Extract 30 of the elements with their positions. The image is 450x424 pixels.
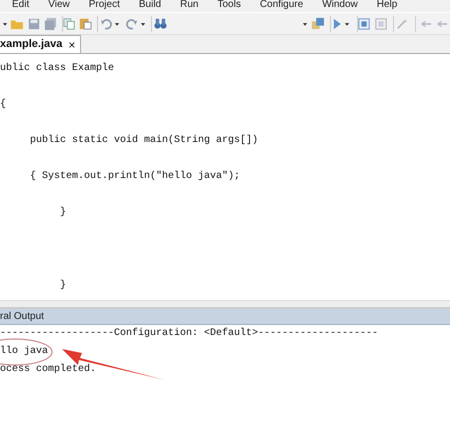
code-line: public static void main(String args[]) bbox=[29, 134, 260, 148]
document-icon[interactable] bbox=[358, 16, 370, 30]
menu-item[interactable]: Help bbox=[376, 0, 398, 12]
wand-icon[interactable] bbox=[396, 16, 408, 30]
code-line: } bbox=[59, 278, 68, 293]
document-icon[interactable] bbox=[374, 16, 387, 30]
output-line: llo java bbox=[0, 346, 48, 357]
menu-item[interactable]: View bbox=[48, 0, 70, 12]
menu-item[interactable]: Run bbox=[180, 0, 198, 12]
close-icon[interactable]: × bbox=[68, 36, 76, 54]
paste-icon[interactable] bbox=[78, 16, 92, 31]
save-all-icon[interactable] bbox=[44, 16, 57, 30]
menu-item[interactable]: Configure bbox=[260, 0, 304, 12]
code-line: { System.out.println("hello java"); bbox=[29, 170, 242, 184]
code-line: { bbox=[0, 98, 8, 112]
splitter-bar[interactable] bbox=[0, 300, 450, 309]
editor-tab[interactable]: xample.java × bbox=[0, 35, 82, 53]
menu-item[interactable]: Window bbox=[322, 0, 358, 12]
code-line: ublic class Example bbox=[0, 62, 116, 76]
binoculars-icon[interactable] bbox=[154, 17, 168, 30]
menu-item[interactable]: Tools bbox=[217, 0, 241, 12]
code-line: } bbox=[59, 206, 68, 220]
panel-title: ral Output bbox=[0, 311, 44, 322]
menu-item[interactable]: Edit bbox=[12, 0, 30, 12]
menu-item[interactable]: Project bbox=[88, 0, 120, 12]
menu-item[interactable]: Build bbox=[138, 0, 162, 12]
output-line: -------------------Configuration: <Default>-------------------- bbox=[0, 328, 378, 339]
copy-icon[interactable] bbox=[62, 16, 75, 30]
output-line: ocess completed. bbox=[0, 364, 96, 375]
save-icon[interactable] bbox=[28, 16, 40, 30]
